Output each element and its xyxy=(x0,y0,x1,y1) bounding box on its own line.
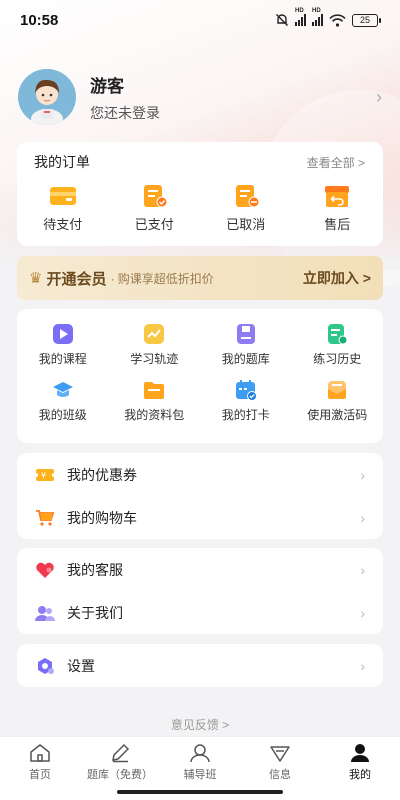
home-indicator xyxy=(117,790,283,794)
profile-icon xyxy=(351,744,369,762)
tab-label: 信息 xyxy=(269,769,291,781)
feature-label: 我的打卡 xyxy=(221,408,270,422)
graduation-cap-icon xyxy=(52,382,73,397)
signal-icon-2: HD xyxy=(312,8,323,26)
list-group-service-about: 我的客服 › 关于我们 › xyxy=(17,548,383,634)
coupon-icon: ¥ xyxy=(36,468,54,481)
menu-row-customer-service[interactable]: 我的客服 › xyxy=(17,548,383,591)
signal-icon: HD xyxy=(295,8,306,26)
feedback-link[interactable]: 意见反馈 > xyxy=(0,716,400,733)
message-icon xyxy=(270,746,290,762)
menu-row-settings[interactable]: 设置 › xyxy=(17,644,383,687)
folder-icon xyxy=(144,382,165,399)
feature-label: 我的班级 xyxy=(38,408,87,422)
profile-header[interactable]: 游客 您还未登录 › xyxy=(18,68,382,126)
feature-label: 我的课程 xyxy=(38,352,87,366)
tab-label: 题库（免费） xyxy=(87,769,153,781)
chevron-right-icon: › xyxy=(360,657,365,674)
chevron-right-icon[interactable]: › xyxy=(376,87,382,108)
avatar[interactable] xyxy=(18,69,76,125)
order-item-label: 售后 xyxy=(324,217,351,232)
feature-my-courses[interactable]: 我的课程 xyxy=(17,323,109,367)
orders-card: 我的订单 查看全部 > 待支付 已支付 已取消 售后 xyxy=(17,142,383,246)
course-play-icon xyxy=(52,324,73,344)
view-all-orders-link[interactable]: 查看全部 > xyxy=(307,154,365,171)
tutor-icon xyxy=(190,744,210,763)
wallet-icon xyxy=(49,187,76,205)
mute-bell-icon xyxy=(276,14,288,26)
menu-row-label: 我的优惠券 xyxy=(67,466,137,483)
users-icon xyxy=(35,605,55,621)
feature-label: 我的题库 xyxy=(221,352,270,366)
activation-envelope-icon xyxy=(328,381,347,399)
menu-row-label: 设置 xyxy=(67,657,95,674)
feature-label: 练习历史 xyxy=(313,352,362,366)
feature-study-trail[interactable]: 学习轨迹 xyxy=(109,323,201,367)
list-group-coupons-cart: ¥ 我的优惠券 › 我的购物车 › xyxy=(17,453,383,539)
feature-label: 使用激活码 xyxy=(307,408,368,422)
order-item-label: 已支付 xyxy=(134,217,174,232)
settings-icon xyxy=(38,657,54,674)
return-box-icon xyxy=(325,186,350,207)
calendar-check-icon xyxy=(235,380,257,401)
tab-label: 我的 xyxy=(349,769,371,781)
feature-activation-code[interactable]: 使用激活码 xyxy=(292,379,384,423)
pencil-icon xyxy=(112,743,130,763)
features-card: 我的课程 学习轨迹 我的题库 练习历史 我的班级 我的资料包 我的打卡 使用激活… xyxy=(17,309,383,443)
menu-row-coupons[interactable]: ¥ 我的优惠券 › xyxy=(17,453,383,496)
feature-label: 学习轨迹 xyxy=(130,352,179,366)
avatar-illustration xyxy=(19,69,75,125)
status-time: 10:58 xyxy=(20,11,59,29)
vip-banner[interactable]: ♛ 开通会员 · 购课享超低折扣价 立即加入 > xyxy=(17,256,383,300)
feature-practice-history[interactable]: 练习历史 xyxy=(292,323,384,367)
home-icon xyxy=(30,744,50,762)
history-icon xyxy=(328,324,348,345)
cancelled-document-icon xyxy=(235,185,260,208)
login-status: 您还未登录 xyxy=(90,104,160,121)
order-item-label: 已取消 xyxy=(226,217,266,232)
tab-label: 首页 xyxy=(29,769,51,781)
feature-my-class[interactable]: 我的班级 xyxy=(17,379,109,423)
chevron-right-icon: › xyxy=(360,561,365,578)
tab-label: 辅导班 xyxy=(183,769,217,781)
order-cancelled[interactable]: 已取消 xyxy=(206,184,286,233)
menu-row-cart[interactable]: 我的购物车 › xyxy=(17,496,383,539)
tab-home[interactable]: 首页 xyxy=(0,743,80,800)
menu-row-about-us[interactable]: 关于我们 › xyxy=(17,591,383,634)
order-pending-payment[interactable]: 待支付 xyxy=(23,184,103,233)
chevron-right-icon: › xyxy=(360,509,365,526)
feature-question-bank[interactable]: 我的题库 xyxy=(200,323,292,367)
status-bar: 10:58 HD HD 25 xyxy=(0,0,400,40)
profile-info: 游客 您还未登录 xyxy=(90,72,376,123)
menu-row-label: 我的客服 xyxy=(67,561,123,578)
feature-label: 我的资料包 xyxy=(124,408,185,422)
feature-check-in[interactable]: 我的打卡 xyxy=(200,379,292,423)
vip-title: 开通会员 xyxy=(46,270,107,288)
wifi-icon xyxy=(329,13,346,27)
vip-subtitle: · 购课享超低折扣价 xyxy=(110,271,214,286)
question-bank-icon xyxy=(236,324,255,344)
order-after-sales[interactable]: 售后 xyxy=(297,184,377,233)
crown-icon: ♛ xyxy=(29,270,43,287)
user-name: 游客 xyxy=(90,76,124,96)
feature-material-pack[interactable]: 我的资料包 xyxy=(109,379,201,423)
tab-mine[interactable]: 我的 xyxy=(320,743,400,800)
order-paid[interactable]: 已支付 xyxy=(114,184,194,233)
svg-text:¥: ¥ xyxy=(41,471,46,480)
battery-icon: 25 xyxy=(352,13,381,27)
menu-row-label: 关于我们 xyxy=(67,604,123,621)
heart-icon xyxy=(36,562,54,578)
paid-document-icon xyxy=(144,185,168,208)
order-item-label: 待支付 xyxy=(43,217,83,232)
list-group-settings: 设置 › xyxy=(17,644,383,687)
status-icons: HD HD 25 xyxy=(275,8,381,27)
trend-icon xyxy=(144,324,165,344)
chevron-right-icon: › xyxy=(360,604,365,621)
orders-title: 我的订单 xyxy=(34,154,90,170)
chevron-right-icon: › xyxy=(360,466,365,483)
vip-join-button[interactable]: 立即加入 > xyxy=(303,268,371,288)
menu-row-label: 我的购物车 xyxy=(67,509,137,526)
cart-icon xyxy=(36,509,55,526)
